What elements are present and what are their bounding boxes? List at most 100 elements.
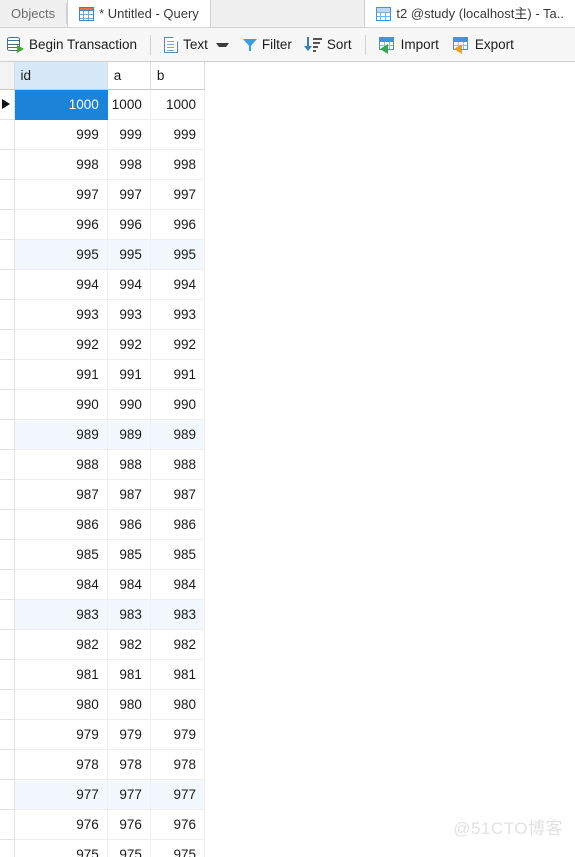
table-cell[interactable]: 982 bbox=[14, 629, 108, 660]
table-cell[interactable]: 977 bbox=[14, 779, 108, 810]
table-cell[interactable]: 990 bbox=[150, 389, 206, 420]
table-cell[interactable]: 998 bbox=[14, 149, 108, 180]
table-cell[interactable]: 993 bbox=[150, 299, 206, 330]
tab-objects[interactable]: Objects bbox=[0, 0, 67, 27]
table-row[interactable]: 978 978 978 bbox=[0, 749, 206, 780]
table-cell[interactable]: 976 bbox=[150, 809, 206, 840]
row-indicator-cell[interactable] bbox=[0, 299, 15, 330]
table-cell[interactable]: 976 bbox=[107, 809, 151, 840]
table-cell[interactable]: 988 bbox=[107, 449, 151, 480]
table-cell[interactable]: 996 bbox=[150, 209, 206, 240]
row-indicator-cell[interactable] bbox=[0, 509, 15, 540]
table-cell[interactable]: 990 bbox=[14, 389, 108, 420]
table-cell[interactable]: 996 bbox=[14, 209, 108, 240]
table-cell[interactable]: 979 bbox=[14, 719, 108, 750]
row-indicator-cell[interactable] bbox=[0, 119, 15, 150]
data-grid[interactable]: id a b 1000 1000 1000 999 999 999 998 998 998 997… bbox=[0, 62, 575, 857]
table-cell[interactable]: 983 bbox=[14, 599, 108, 630]
table-row[interactable]: 981 981 981 bbox=[0, 659, 206, 690]
table-cell[interactable]: 994 bbox=[14, 269, 108, 300]
table-cell[interactable]: 980 bbox=[14, 689, 108, 720]
table-row[interactable]: 989 989 989 bbox=[0, 419, 206, 450]
table-row[interactable]: 984 984 984 bbox=[0, 569, 206, 600]
table-row[interactable]: 991 991 991 bbox=[0, 359, 206, 390]
table-cell[interactable]: 986 bbox=[150, 509, 206, 540]
table-cell[interactable]: 992 bbox=[107, 329, 151, 360]
table-row[interactable]: 979 979 979 bbox=[0, 719, 206, 750]
table-row[interactable]: 985 985 985 bbox=[0, 539, 206, 570]
table-row[interactable]: 986 986 986 bbox=[0, 509, 206, 540]
table-cell[interactable]: 979 bbox=[107, 719, 151, 750]
table-cell[interactable]: 996 bbox=[107, 209, 151, 240]
table-cell[interactable]: 982 bbox=[150, 629, 206, 660]
table-cell[interactable]: 978 bbox=[107, 749, 151, 780]
table-cell[interactable]: 981 bbox=[14, 659, 108, 690]
import-button[interactable]: Import bbox=[372, 31, 446, 59]
table-cell[interactable]: 997 bbox=[14, 179, 108, 210]
row-indicator-cell[interactable] bbox=[0, 149, 15, 180]
table-cell[interactable]: 994 bbox=[150, 269, 206, 300]
text-button[interactable]: Text bbox=[157, 31, 236, 59]
table-row[interactable]: 996 996 996 bbox=[0, 209, 206, 240]
table-cell[interactable]: 991 bbox=[150, 359, 206, 390]
table-cell[interactable]: 991 bbox=[14, 359, 108, 390]
row-indicator-cell[interactable] bbox=[0, 359, 15, 390]
table-cell[interactable]: 999 bbox=[14, 119, 108, 150]
table-cell[interactable]: 976 bbox=[14, 809, 108, 840]
export-button[interactable]: Export bbox=[446, 31, 521, 59]
table-cell[interactable]: 999 bbox=[107, 119, 151, 150]
table-row[interactable]: 988 988 988 bbox=[0, 449, 206, 480]
row-indicator-cell[interactable] bbox=[0, 539, 15, 570]
table-cell[interactable]: 1000 bbox=[14, 89, 108, 120]
table-cell[interactable]: 998 bbox=[107, 149, 151, 180]
column-header-b[interactable]: b bbox=[150, 62, 206, 90]
table-cell[interactable]: 983 bbox=[107, 599, 151, 630]
table-cell[interactable]: 986 bbox=[14, 509, 108, 540]
tab-untitled-query[interactable]: * Untitled - Query bbox=[67, 0, 211, 27]
table-row[interactable]: 993 993 993 bbox=[0, 299, 206, 330]
table-cell[interactable]: 989 bbox=[107, 419, 151, 450]
row-indicator-cell[interactable] bbox=[0, 389, 15, 420]
table-cell[interactable]: 978 bbox=[150, 749, 206, 780]
row-indicator-cell[interactable] bbox=[0, 659, 15, 690]
table-cell[interactable]: 993 bbox=[14, 299, 108, 330]
column-header-id[interactable]: id bbox=[14, 62, 108, 90]
row-indicator-cell[interactable] bbox=[0, 629, 15, 660]
table-cell[interactable]: 991 bbox=[107, 359, 151, 390]
chevron-down-icon[interactable] bbox=[215, 42, 229, 47]
row-indicator-cell[interactable] bbox=[0, 89, 15, 120]
table-row[interactable]: 975 975 975 bbox=[0, 839, 206, 857]
table-cell[interactable]: 994 bbox=[107, 269, 151, 300]
sort-button[interactable]: Sort bbox=[299, 31, 359, 59]
table-cell[interactable]: 992 bbox=[150, 329, 206, 360]
table-row[interactable]: 982 982 982 bbox=[0, 629, 206, 660]
table-row[interactable]: 994 994 994 bbox=[0, 269, 206, 300]
row-indicator-cell[interactable] bbox=[0, 209, 15, 240]
table-cell[interactable]: 1000 bbox=[107, 89, 151, 120]
table-cell[interactable]: 990 bbox=[107, 389, 151, 420]
table-cell[interactable]: 981 bbox=[107, 659, 151, 690]
begin-transaction-button[interactable]: Begin Transaction bbox=[0, 31, 144, 59]
column-header-a[interactable]: a bbox=[107, 62, 151, 90]
row-indicator-cell[interactable] bbox=[0, 479, 15, 510]
table-cell[interactable]: 989 bbox=[14, 419, 108, 450]
table-cell[interactable]: 980 bbox=[107, 689, 151, 720]
table-cell[interactable]: 995 bbox=[150, 239, 206, 270]
filter-button[interactable]: Filter bbox=[236, 31, 299, 59]
row-indicator-cell[interactable] bbox=[0, 839, 15, 857]
table-cell[interactable]: 997 bbox=[150, 179, 206, 210]
table-cell[interactable]: 975 bbox=[107, 839, 151, 857]
row-indicator-cell[interactable] bbox=[0, 449, 15, 480]
table-row[interactable]: 1000 1000 1000 bbox=[0, 89, 206, 120]
table-cell[interactable]: 975 bbox=[14, 839, 108, 857]
table-row[interactable]: 992 992 992 bbox=[0, 329, 206, 360]
table-cell[interactable]: 981 bbox=[150, 659, 206, 690]
table-cell[interactable]: 998 bbox=[150, 149, 206, 180]
table-cell[interactable]: 999 bbox=[150, 119, 206, 150]
row-indicator-cell[interactable] bbox=[0, 569, 15, 600]
table-cell[interactable]: 989 bbox=[150, 419, 206, 450]
row-indicator-cell[interactable] bbox=[0, 719, 15, 750]
table-row[interactable]: 977 977 977 bbox=[0, 779, 206, 810]
table-cell[interactable]: 982 bbox=[107, 629, 151, 660]
table-cell[interactable]: 985 bbox=[107, 539, 151, 570]
